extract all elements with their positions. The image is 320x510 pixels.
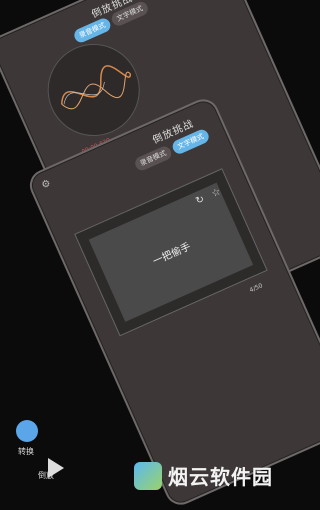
watermark-text: 烟云软件园 (168, 465, 273, 489)
phrase-text: 一把偷手 (151, 240, 193, 268)
play-label: 倒放 (38, 471, 54, 480)
phrase-display: 一把偷手 (88, 182, 254, 322)
switch-label: 转换 (18, 447, 34, 456)
watermark: 烟云软件园 (134, 461, 273, 490)
tab-recording[interactable]: 录音模式 (133, 144, 174, 173)
watermark-logo-icon (134, 461, 162, 490)
share-icon[interactable]: ↗ (197, 0, 209, 2)
phrase-counter: 4/50 (248, 282, 264, 295)
gear-icon[interactable]: ⚙ (40, 178, 53, 192)
switch-button[interactable] (16, 420, 38, 442)
phrase-card: 一把偷手 ↻ ☆ 4/50 (74, 168, 268, 337)
